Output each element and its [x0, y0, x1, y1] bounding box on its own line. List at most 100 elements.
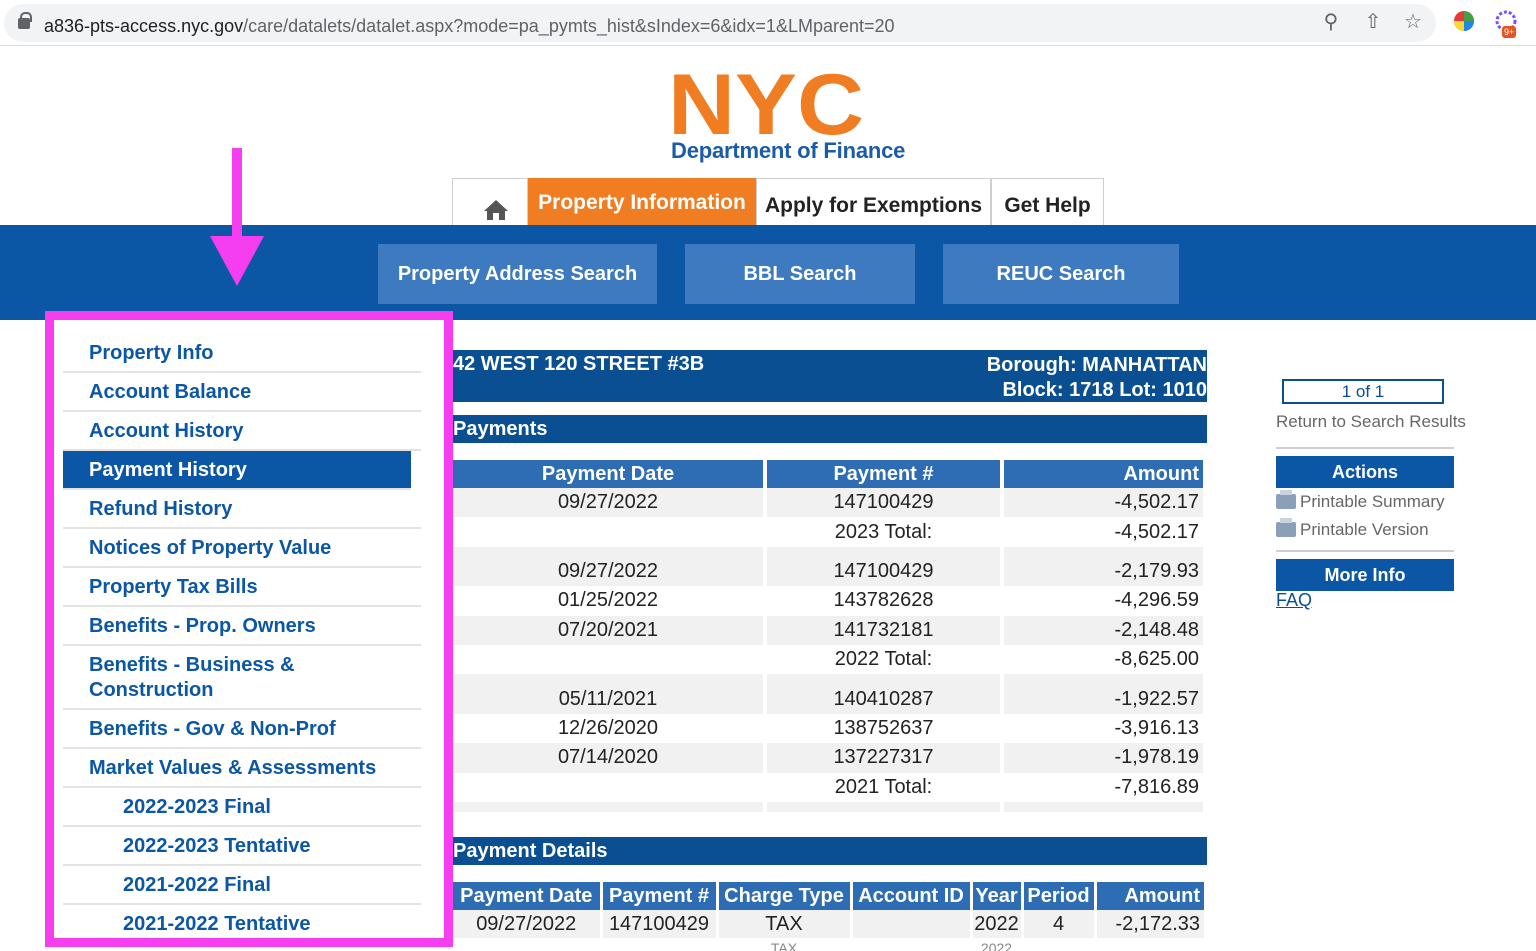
nyc-logo[interactable]: NYC [668, 57, 868, 153]
payments-header-row: Payment Date Payment # Amount [453, 460, 1207, 488]
payment-details-table: Payment Date Payment # Charge Type Accou… [453, 882, 1207, 951]
charge-type: TAX [717, 910, 853, 938]
property-location: Borough: MANHATTAN Block: 1718 Lot: 1010 [987, 353, 1207, 403]
bookmark-star-icon[interactable]: ☆ [1401, 10, 1425, 34]
payment-date: 09/27/2022 [453, 910, 603, 938]
payment-amount: -3,916.13 [1002, 713, 1207, 744]
year-total-label: 2022 Total: [765, 644, 1004, 675]
url-text[interactable]: a836-pts-access.nyc.gov/care/datalets/da… [44, 16, 895, 37]
printable-version-link[interactable]: Printable Version [1276, 518, 1429, 540]
payment-amount: -4,296.59 [1002, 586, 1207, 616]
actions-header: Actions [1276, 456, 1454, 488]
property-address-search-button[interactable]: Property Address Search [378, 244, 657, 304]
year: 2022 [971, 910, 1024, 938]
tab-apply-for-exemptions[interactable]: Apply for Exemptions [756, 178, 991, 225]
col-payment-date: Payment Date [453, 882, 603, 910]
payment-number: 138752637 [765, 713, 1004, 744]
payment-number: 137227317 [765, 743, 1004, 773]
year-total-amount: -8,625.00 [1002, 644, 1207, 675]
payment-date: 09/27/2022 [453, 556, 767, 587]
result-pager[interactable]: 1 of 1 [1282, 379, 1444, 404]
payment-date: 07/14/2020 [453, 743, 767, 773]
department-title: Department of Finance [671, 138, 906, 163]
amount: -2,172.33 [1095, 910, 1207, 938]
bbl-search-button[interactable]: BBL Search [685, 244, 915, 304]
printable-summary-label: Printable Summary [1300, 492, 1445, 511]
payment-date: 09/27/2022 [453, 488, 767, 518]
col-amount: Amount [1002, 460, 1207, 488]
row-divider [453, 546, 1207, 557]
payment-number [601, 938, 719, 951]
payment-date [453, 938, 603, 951]
payment-amount: -2,179.93 [1002, 556, 1207, 587]
reuc-search-button[interactable]: REUC Search [943, 244, 1179, 304]
property-header: 42 WEST 120 STREET #3B Borough: MANHATTA… [453, 350, 1207, 402]
year-total-label: 2021 Total: [765, 772, 1004, 802]
payment-amount: -1,922.57 [1002, 684, 1207, 714]
col-period: Period [1022, 882, 1097, 910]
details-header-row: Payment Date Payment # Charge Type Accou… [453, 882, 1207, 910]
tab-get-help[interactable]: Get Help [991, 178, 1104, 225]
payment-date [453, 644, 767, 675]
col-payment-number: Payment # [765, 460, 1004, 488]
payment-date: 07/20/2021 [453, 615, 767, 645]
period [1022, 938, 1097, 951]
return-to-search-link[interactable]: Return to Search Results [1276, 412, 1466, 432]
period: 4 [1022, 910, 1097, 938]
browser-toolbar: a836-pts-access.nyc.gov/care/datalets/da… [0, 0, 1536, 46]
printer-icon [1276, 490, 1296, 509]
highlight-box [45, 311, 453, 947]
charge-type: TAX [717, 938, 853, 951]
row-divider [453, 674, 1207, 685]
home-icon [484, 200, 508, 220]
address-bar[interactable]: a836-pts-access.nyc.gov/care/datalets/da… [4, 4, 1436, 42]
divider [1276, 550, 1454, 552]
tab-home[interactable] [452, 178, 528, 225]
payment-number: 140410287 [765, 684, 1004, 714]
total-row: 2021 Total: -7,816.89 [453, 772, 1207, 802]
year: 2022 [971, 938, 1024, 951]
tab-property-information[interactable]: Property Information [528, 178, 756, 225]
property-address: 42 WEST 120 STREET #3B [453, 353, 705, 375]
table-row: 09/27/2022 147100429 TAX 2022 4 -2,172.3… [453, 910, 1207, 938]
zoom-search-icon[interactable]: ⚲ [1319, 10, 1343, 34]
payment-number: 141732181 [765, 615, 1004, 645]
faq-link[interactable]: FAQ [1276, 590, 1312, 611]
share-icon[interactable]: ⇧ [1361, 10, 1385, 34]
payment-number: 147100429 [765, 556, 1004, 587]
payment-number: 147100429 [601, 910, 719, 938]
table-row: 12/26/2020 138752637 -3,916.13 [453, 713, 1207, 744]
payment-date: 05/11/2021 [453, 684, 767, 714]
total-row: 2023 Total: -4,502.17 [453, 517, 1207, 547]
amount [1095, 938, 1207, 951]
payment-number: 143782628 [765, 586, 1004, 616]
year-total-amount: -7,816.89 [1002, 772, 1207, 802]
year-total-amount: -4,502.17 [1002, 517, 1207, 547]
payment-amount: -1,978.19 [1002, 743, 1207, 773]
table-row: 09/27/2022 147100429 -4,502.17 [453, 488, 1207, 518]
total-row: 2022 Total: -8,625.00 [453, 644, 1207, 675]
table-row: 09/27/2022 147100429 -2,179.93 [453, 556, 1207, 587]
more-info-header: More Info [1276, 559, 1454, 591]
main-tabs: Property Information Apply for Exemption… [452, 178, 1104, 225]
col-amount: Amount [1095, 882, 1207, 910]
payment-amount: -2,148.48 [1002, 615, 1207, 645]
payments-table: Payment Date Payment # Amount 09/27/2022… [453, 460, 1207, 812]
col-charge-type: Charge Type [717, 882, 853, 910]
col-payment-number: Payment # [601, 882, 719, 910]
printable-version-label: Printable Version [1300, 520, 1429, 539]
col-payment-date: Payment Date [453, 460, 767, 488]
printable-summary-link[interactable]: Printable Summary [1276, 490, 1445, 512]
col-account-id: Account ID [851, 882, 973, 910]
lock-icon [18, 12, 32, 29]
payment-date: 12/26/2020 [453, 713, 767, 744]
table-row-partial: TAX 2022 [453, 938, 1207, 951]
table-row: 01/25/2022 143782628 -4,296.59 [453, 586, 1207, 616]
payment-date [453, 517, 767, 547]
color-wheel-extension-icon[interactable] [1452, 10, 1476, 34]
year-total-label: 2023 Total: [765, 517, 1004, 547]
payment-number: 147100429 [765, 488, 1004, 518]
row-divider [453, 801, 1207, 812]
payments-section-title: Payments [453, 415, 1207, 443]
extension-badge: 9+ [1502, 26, 1517, 38]
